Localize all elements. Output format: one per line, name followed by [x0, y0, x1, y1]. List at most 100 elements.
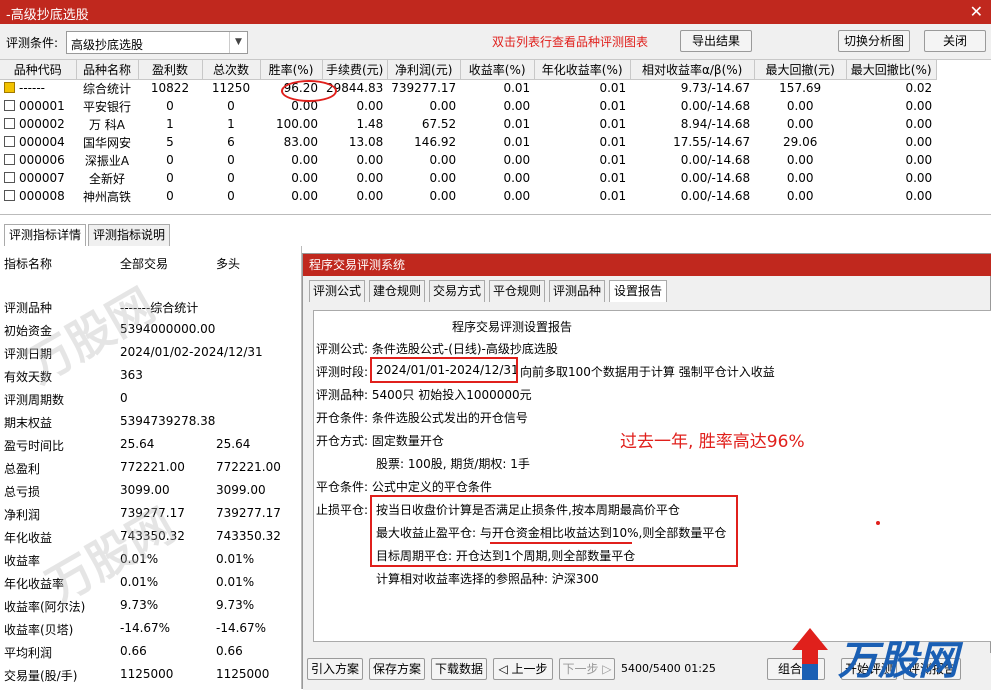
metric-value: 9.73%: [120, 598, 159, 612]
cell-text: 0.00: [905, 171, 933, 185]
table-row[interactable]: 000004 国华网安 5 6 83.00 13.08 146.92 0.01 0.01 17.5…: [0, 133, 936, 151]
table-row[interactable]: 000006 深振业A 0 0 0.00 0.00 0.00 0.00 0.01 0.00/-14…: [0, 151, 936, 169]
tab-settings-report[interactable]: 设置报告: [609, 280, 667, 302]
report-stop-label: 止损平仓:: [316, 503, 369, 517]
table-row[interactable]: ------ 综合统计 10822 11250 96.20 29844.83 739277.…: [0, 79, 936, 97]
tab-trade-mode[interactable]: 交易方式: [429, 280, 485, 302]
table-cell: 0.01: [534, 79, 630, 97]
cell-text: ------: [19, 81, 45, 96]
import-scheme-button[interactable]: 引入方案: [307, 658, 363, 680]
tab-varieties[interactable]: 评测品种: [549, 280, 605, 302]
cell-text: 0.00: [291, 189, 318, 203]
checkbox[interactable]: [4, 118, 15, 129]
metric-value: 743350.32: [216, 529, 281, 543]
cell-text: 0.00: [291, 153, 318, 167]
checkbox[interactable]: [4, 190, 15, 201]
cell-text: 8.94/-14.68: [680, 117, 751, 131]
col-header[interactable]: 最大回撤(元): [754, 60, 847, 80]
save-scheme-button[interactable]: 保存方案: [369, 658, 425, 680]
export-button[interactable]: 导出结果: [680, 30, 752, 52]
summary-icon[interactable]: [4, 82, 15, 94]
metric-name: 年化收益: [4, 531, 53, 545]
cell-text: 0: [227, 171, 235, 185]
col-header[interactable]: 品种代码: [0, 60, 77, 80]
table-row[interactable]: 000008 神州高铁 0 0 0.00 0.00 0.00 0.00 0.01 0.00/-14…: [0, 187, 936, 205]
table-cell: 0.01: [534, 115, 630, 133]
checkbox[interactable]: [4, 172, 15, 183]
tab-close-rules[interactable]: 平仓规则: [489, 280, 545, 302]
cell-code: ------: [0, 79, 76, 97]
cell-code: 000008: [0, 187, 76, 205]
col-header[interactable]: 手续费(元): [322, 60, 388, 80]
cell-text: 6: [227, 135, 235, 149]
table-cell: 17.55/-14.67: [630, 133, 754, 151]
cell-text: 000004: [19, 135, 65, 149]
brand-logo: 万股网: [780, 622, 990, 686]
metric-value: 3099.00: [216, 483, 266, 497]
table-cell: 0.00: [322, 169, 387, 187]
table-row[interactable]: 000007 全新好 0 0 0.00 0.00 0.00 0.00 0.01 0.00/-14.…: [0, 169, 936, 187]
metric-name: 总亏损: [4, 485, 41, 499]
cell-text: 0.00: [429, 189, 457, 203]
checkbox[interactable]: [4, 154, 15, 165]
checkbox[interactable]: [4, 100, 15, 111]
next-step-button[interactable]: 下一步 ▷: [559, 658, 615, 680]
cell-text: 11250: [211, 81, 251, 96]
metric-name: 盈亏时间比: [4, 439, 65, 453]
table-cell: 0.00: [460, 151, 534, 169]
window-title: -高级抄底选股: [6, 8, 89, 23]
table-cell: 67.52: [387, 115, 460, 133]
result-grid: 品种代码 品种名称 盈利数 总次数 胜率(%) 手续费(元) 净利润(元) 收益…: [0, 60, 937, 205]
col-header[interactable]: 品种名称: [76, 60, 139, 80]
tab-open-rules[interactable]: 建仓规则: [369, 280, 425, 302]
window-titlebar: -高级抄底选股 ✕: [0, 0, 991, 24]
table-cell: 0.01: [534, 97, 630, 115]
table-cell: 1.48: [322, 115, 387, 133]
close-icon[interactable]: ✕: [970, 2, 983, 21]
col-header[interactable]: 胜率(%): [260, 60, 323, 80]
col-header[interactable]: 盈利数: [138, 60, 203, 80]
tab-formula[interactable]: 评测公式: [309, 280, 365, 302]
switch-chart-button[interactable]: 切换分析图: [838, 30, 910, 52]
win-rate-highlight-circle: [281, 80, 337, 102]
metric-value: 5394739278.38: [120, 414, 216, 428]
table-cell: 0.00: [322, 187, 387, 205]
table-cell: 0.00: [387, 97, 460, 115]
cell-text: 0.00: [905, 117, 933, 131]
cell-text: 000007: [19, 171, 65, 185]
col-header[interactable]: 年化收益率(%): [534, 60, 631, 80]
col-header[interactable]: 最大回撤比(%): [846, 60, 937, 80]
chevron-down-icon[interactable]: ▼: [229, 32, 247, 53]
table-row[interactable]: 000002 万 科A 1 1 100.00 1.48 67.52 0.01 0.01 8.94/…: [0, 115, 936, 133]
col-header[interactable]: 收益率(%): [460, 60, 535, 80]
close-button[interactable]: 关闭: [924, 30, 986, 52]
table-cell: 0: [138, 151, 202, 169]
metric-header-name: 指标名称: [4, 257, 53, 271]
table-cell: 0.00: [754, 151, 846, 169]
cell-text: 10822: [150, 81, 190, 96]
cell-text: 1: [227, 117, 235, 131]
table-row[interactable]: 000001 平安银行 0 0 0.00 0.00 0.00 0.00 0.01 0.00/-14…: [0, 97, 936, 115]
cell-code: 000004: [0, 133, 76, 151]
tab-metrics-help[interactable]: 评测指标说明: [88, 224, 170, 246]
table-cell: 0.00: [846, 115, 936, 133]
toolbar: 评测条件: 高级抄底选股 ▼ 双击列表行查看品种评测图表 导出结果 切换分析图 …: [0, 24, 991, 60]
metric-value: -14.67%: [216, 621, 267, 635]
download-data-button[interactable]: 下载数据: [431, 658, 487, 680]
cell-text: 0.00/-14.68: [680, 171, 751, 185]
cell-text: 0.00: [429, 153, 457, 167]
report-open-condition: 开仓条件: 条件选股公式发出的开仓信号: [316, 411, 528, 425]
table-cell: 146.92: [387, 133, 460, 151]
cell-text: 万 科A: [88, 117, 126, 132]
prev-step-button[interactable]: ◁ 上一步: [493, 658, 553, 680]
col-header[interactable]: 总次数: [202, 60, 261, 80]
col-header[interactable]: 相对收益率α/β(%): [630, 60, 755, 80]
table-cell: 0.01: [534, 133, 630, 151]
tab-metrics-detail[interactable]: 评测指标详情: [4, 224, 86, 246]
stop-rules-highlight-box: [370, 495, 738, 567]
table-cell: 1: [202, 115, 260, 133]
condition-select[interactable]: 高级抄底选股 ▼: [66, 31, 248, 54]
col-header[interactable]: 净利润(元): [387, 60, 461, 80]
checkbox[interactable]: [4, 136, 15, 147]
cell-text: 0.00: [905, 135, 933, 149]
